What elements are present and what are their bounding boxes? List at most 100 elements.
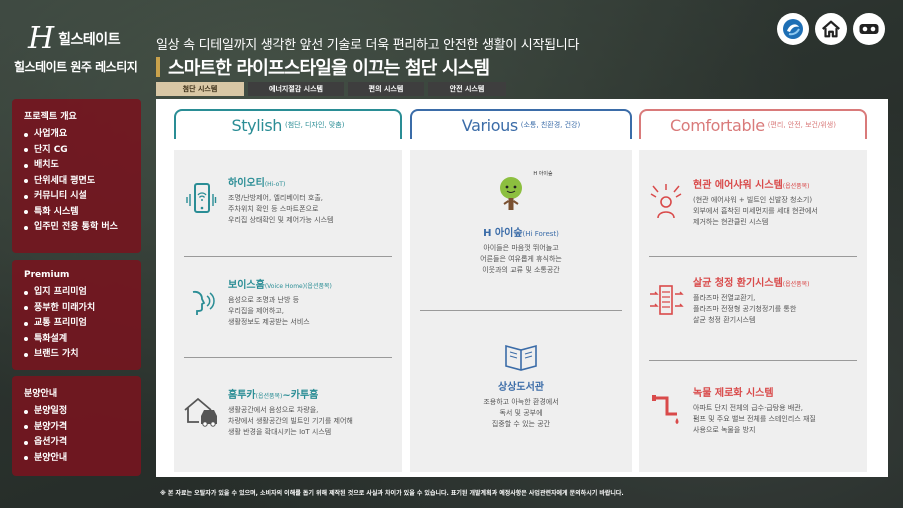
sidebar-group-premium: Premium 입지 프리미엄 풍부한 미래가치 교통 프리미엄 특화설계 브랜… bbox=[12, 260, 141, 370]
tree-character-icon: H 아이숲 bbox=[489, 171, 553, 218]
feature-title-tail: ~카투홈 bbox=[282, 390, 319, 401]
sidebar-heading: 프로젝트 개요 bbox=[24, 112, 77, 122]
sidebar-item-community[interactable]: 커뮤니티 시설 bbox=[24, 189, 131, 205]
sidebar-item-option-price[interactable]: 옵션가격 bbox=[24, 435, 131, 451]
feature-desc: 조명/난방제어, 엘리베이터 호출, bbox=[228, 194, 323, 202]
feature-desc: 주차위치 확인 등 스마트폰으로 bbox=[228, 205, 319, 213]
feature-desc: 조용하고 아늑한 환경에서 bbox=[483, 398, 559, 406]
feature-title-sub: (Hi Forest) bbox=[522, 230, 559, 238]
sidebar-group-project: 프로젝트 개요 사업개요 단지 CG 배치도 단위세대 평면도 커뮤니티 시설 … bbox=[12, 99, 141, 253]
feature-rust-free-water: 녹물 제로화 시스템 아파트 단지 전체의 급수·급탕용 배관, 펌프 및 주요… bbox=[639, 384, 867, 436]
vr-goggles-icon[interactable] bbox=[853, 13, 885, 45]
system-panel: Stylish (첨단, 디자인, 맞춤) Various (소통, 친환경, … bbox=[156, 99, 888, 477]
sidebar-item-complex-cg[interactable]: 단지 CG bbox=[24, 143, 131, 159]
feature-desc: 펌프 및 주요 밸브 전체를 스테인리스 재질 bbox=[693, 415, 816, 423]
feature-library: 상상도서관 조용하고 아늑한 환경에서 독서 및 공부에 집중할 수 있는 공간 bbox=[410, 338, 632, 430]
ventilation-icon bbox=[639, 274, 693, 326]
sidebar-item-school-bus[interactable]: 입주민 전용 통학 버스 bbox=[24, 220, 131, 236]
option-note: (옵션품목) bbox=[782, 281, 810, 288]
column-header-comfortable: Comfortable (편리, 안전, 보건/위생) bbox=[639, 109, 867, 139]
sidebar-group-sales: 분양안내 분양일정 분양가격 옵션가격 분양안내 bbox=[12, 376, 141, 476]
title-accent-bar bbox=[156, 57, 160, 77]
option-note: (옵션품목) bbox=[255, 393, 283, 400]
page-title-text: 스마트한 라이프스타일을 이끄는 첨단 시스템 bbox=[168, 58, 490, 79]
column-various: H 아이숲 H 아이숲(Hi Forest) 아이들은 마음껏 뛰어놀고 어른들… bbox=[410, 150, 632, 472]
sidebar-item-sales-info[interactable]: 분양안내 bbox=[24, 451, 131, 467]
feature-hi-forest: H 아이숲 H 아이숲(Hi Forest) 아이들은 마음껏 뛰어놀고 어른들… bbox=[410, 171, 632, 276]
tree-badge-text: H 아이숲 bbox=[533, 171, 553, 177]
divider bbox=[184, 256, 392, 257]
voice-speaking-icon bbox=[174, 276, 228, 328]
feature-title: 보이스홈 bbox=[228, 280, 265, 291]
feature-title-sub: (Hi-oT) bbox=[264, 181, 286, 188]
column-header-various: Various (소통, 친환경, 건강) bbox=[410, 109, 632, 139]
column-stylish: 하이오티(Hi-oT) 조명/난방제어, 엘리베이터 호출, 주차위치 확인 등… bbox=[174, 150, 402, 472]
feature-desc: 이웃과의 교류 및 소통공간 bbox=[482, 266, 560, 274]
feature-title: 하이오티 bbox=[228, 178, 265, 189]
feature-desc: 플라즈마 전정형 공기청정기를 통한 bbox=[693, 305, 797, 313]
home-icon[interactable] bbox=[815, 13, 847, 45]
feature-desc: 우리집 상태확인 및 제어가능 시스템 bbox=[228, 216, 334, 224]
sidebar-item-schedule[interactable]: 분양일정 bbox=[24, 404, 131, 420]
feature-title: 녹물 제로화 시스템 bbox=[693, 388, 774, 399]
feature-desc: 플라즈마 전열교환기, bbox=[693, 294, 756, 302]
sidebar-item-brand[interactable]: 브랜드 가치 bbox=[24, 347, 131, 363]
feature-title: 홈투카 bbox=[228, 390, 256, 401]
sidebar-item-future-value[interactable]: 풍부한 미래가치 bbox=[24, 301, 131, 317]
tab-safety[interactable]: 안전 시스템 bbox=[428, 82, 506, 96]
feature-desc: 아파트 단지 전체의 급수·급탕용 배관, bbox=[693, 404, 803, 412]
column-title: Various bbox=[461, 115, 518, 135]
sidebar-item-location[interactable]: 입지 프리미엄 bbox=[24, 285, 131, 301]
column-title: Stylish bbox=[231, 115, 283, 135]
feature-hiot: 하이오티(Hi-oT) 조명/난방제어, 엘리베이터 호출, 주차위치 확인 등… bbox=[174, 174, 402, 226]
feature-title-sub: (Voice Home) bbox=[264, 283, 306, 290]
feature-desc: 사용으로 녹물을 방지 bbox=[693, 426, 756, 434]
column-subtitle: (편리, 안전, 보건/위생) bbox=[767, 121, 836, 129]
column-subtitle: (소통, 친환경, 건강) bbox=[520, 121, 581, 129]
feature-desc: 생활 반경을 확대시키는 IoT 시스템 bbox=[228, 428, 332, 436]
site-title: 힐스테이트 원주 레스티지 bbox=[14, 60, 138, 74]
logo-badge-icon[interactable] bbox=[777, 13, 809, 45]
sidebar-item-floor-plan[interactable]: 단위세대 평면도 bbox=[24, 174, 131, 190]
feature-desc: 생활공간에서 음성으로 차량을, bbox=[228, 406, 319, 414]
option-note: (옵션품목) bbox=[305, 283, 332, 290]
feature-desc: 독서 및 공부에 bbox=[499, 409, 543, 417]
feature-title: 살균 청정 환기시스템 bbox=[693, 278, 783, 289]
tab-advanced-system[interactable]: 첨단 시스템 bbox=[156, 82, 244, 96]
column-comfortable: 현관 에어샤워 시스템(옵션품목) (현관 에어샤워 + 빌트인 신발장 청소기… bbox=[639, 150, 867, 472]
feature-title: H 아이숲 bbox=[483, 228, 523, 239]
feature-desc: 집중할 수 있는 공간 bbox=[491, 420, 551, 428]
column-title: Comfortable bbox=[670, 115, 765, 135]
water-pipe-icon bbox=[639, 384, 693, 436]
column-subtitle: (첨단, 디자인, 맞춤) bbox=[285, 121, 345, 129]
feature-desc: 외부에서 흡착된 미세먼지를 세대 현관에서 bbox=[693, 207, 818, 215]
sidebar-item-price[interactable]: 분양가격 bbox=[24, 420, 131, 436]
divider bbox=[649, 360, 857, 361]
sidebar-item-overview[interactable]: 사업개요 bbox=[24, 127, 131, 143]
divider bbox=[649, 256, 857, 257]
page-title: 스마트한 라이프스타일을 이끄는 첨단 시스템 bbox=[156, 54, 490, 80]
brand-logo[interactable]: H 힐스테이트 bbox=[28, 21, 121, 56]
feature-title: 현관 에어샤워 시스템 bbox=[693, 180, 783, 191]
sidebar-heading: Premium bbox=[24, 270, 70, 280]
tab-convenience[interactable]: 편의 시스템 bbox=[348, 82, 424, 96]
feature-title: 상상도서관 bbox=[498, 382, 544, 393]
logo-mark: H bbox=[28, 21, 55, 56]
sidebar-item-site-plan[interactable]: 배치도 bbox=[24, 158, 131, 174]
feature-ventilation: 살균 청정 환기시스템(옵션품목) 플라즈마 전열교환기, 플라즈마 전정형 공… bbox=[639, 274, 867, 326]
sidebar-item-design[interactable]: 특화설계 bbox=[24, 332, 131, 348]
feature-desc: 음성으로 조명과 난방 등 bbox=[228, 296, 300, 304]
sidebar-item-special-system[interactable]: 특화 시스템 bbox=[24, 205, 131, 221]
open-book-icon bbox=[502, 338, 540, 372]
tab-energy-saving[interactable]: 에너지절감 시스템 bbox=[248, 82, 344, 96]
feature-desc: 살균 청정 환기시스템 bbox=[693, 316, 756, 324]
divider bbox=[184, 357, 392, 358]
sidebar-item-transport[interactable]: 교통 프리미엄 bbox=[24, 316, 131, 332]
feature-home-to-car: 홈투카(옵션품목)~카투홈 생활공간에서 음성으로 차량을, 차량에서 생활공간… bbox=[174, 386, 402, 438]
option-note: (옵션품목) bbox=[782, 183, 810, 190]
feature-air-shower: 현관 에어샤워 시스템(옵션품목) (현관 에어샤워 + 빌트인 신발장 청소기… bbox=[639, 176, 867, 228]
feature-desc: 제거하는 현관클린 시스템 bbox=[693, 218, 769, 226]
house-car-icon bbox=[174, 386, 228, 438]
logo-text: 힐스테이트 bbox=[58, 32, 121, 48]
top-icon-bar bbox=[777, 13, 885, 45]
